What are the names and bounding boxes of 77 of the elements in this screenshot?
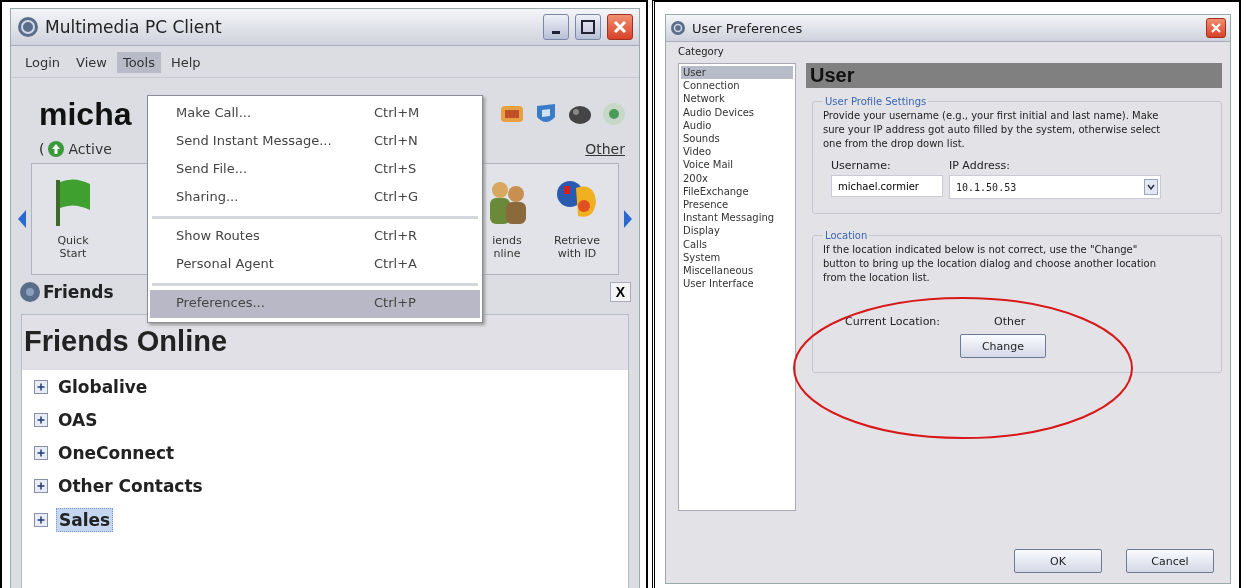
- menu-item[interactable]: Tools: [116, 52, 161, 73]
- group-item[interactable]: OneConnect: [56, 442, 177, 464]
- section-header: User: [806, 63, 1222, 88]
- window-title: Multimedia PC Client: [45, 17, 222, 37]
- ip-address-dropdown[interactable]: 10.1.50.53: [949, 175, 1161, 199]
- menu-item[interactable]: View: [70, 52, 113, 73]
- instructions-text: If the location indicated below is not correct, use the "Change" button to bring up the location dialog and choose another location from the location list.: [823, 243, 1158, 285]
- instructions-text: Provide your username (e.g., your first initial and last name). Make sure your IP address got auto filled by the system, otherwise select one from the drop down list.: [823, 109, 1162, 151]
- scroll-left-icon[interactable]: [17, 209, 27, 229]
- close-button[interactable]: X: [609, 282, 631, 302]
- change-button[interactable]: Change: [960, 334, 1046, 358]
- group-legend: Location: [823, 230, 870, 241]
- maximize-button[interactable]: [575, 14, 601, 40]
- field-label: Current Location:: [845, 315, 941, 328]
- field-label: IP Address:: [949, 159, 1011, 172]
- minimize-icon: [552, 30, 560, 34]
- menu-item[interactable]: Help: [164, 52, 207, 73]
- expand-icon[interactable]: [34, 413, 48, 427]
- minimize-button[interactable]: [543, 14, 569, 40]
- expand-icon[interactable]: [34, 479, 48, 493]
- field-label: Username:: [831, 159, 892, 172]
- status-bracket: (: [39, 141, 45, 157]
- toolbar-label: Quick Start: [57, 234, 89, 261]
- category-item[interactable]: FileExchange: [681, 184, 793, 199]
- panel-title: Friends: [43, 282, 114, 302]
- category-item[interactable]: Presence: [681, 198, 793, 212]
- close-icon: [1211, 23, 1221, 33]
- category-item[interactable]: Calls: [681, 237, 793, 251]
- category-item[interactable]: User: [681, 66, 793, 80]
- category-item[interactable]: Miscellaneous: [681, 264, 793, 278]
- dialog-title: User Preferences: [692, 20, 803, 36]
- menu-item[interactable]: Make Call... Ctrl+M: [150, 100, 480, 128]
- category-label: Category: [678, 46, 725, 57]
- dialog-button[interactable]: Cancel: [1126, 549, 1214, 573]
- menu-item[interactable]: Preferences... Ctrl+P: [150, 290, 480, 318]
- group-legend: User Profile Settings: [823, 96, 929, 107]
- expand-icon[interactable]: [34, 513, 48, 527]
- toolbar-button[interactable]: Retrieve with ID: [542, 164, 612, 274]
- category-item[interactable]: Connection: [681, 79, 793, 93]
- other-link[interactable]: Other: [585, 141, 625, 157]
- menu-item[interactable]: Send Instant Message... Ctrl+N: [150, 128, 480, 156]
- user-name: micha: [39, 95, 132, 133]
- maximize-icon: [581, 20, 595, 34]
- category-item[interactable]: 200x: [681, 171, 793, 185]
- category-item[interactable]: Network: [681, 92, 793, 106]
- toolbar-button[interactable]: Quick Start: [38, 164, 108, 274]
- group-item[interactable]: Sales: [56, 508, 114, 532]
- status-up-icon: [47, 140, 66, 158]
- group-item[interactable]: Other Contacts: [56, 475, 205, 497]
- close-icon: [613, 20, 627, 34]
- app-icon: [670, 20, 686, 36]
- category-item[interactable]: Display: [681, 224, 793, 238]
- menu-item[interactable]: Login: [19, 52, 67, 73]
- dialog-button[interactable]: OK: [1014, 549, 1102, 573]
- status-label: Active: [68, 141, 112, 157]
- category-item[interactable]: Audio Devices: [681, 105, 793, 119]
- category-item[interactable]: Instant Messaging: [681, 211, 793, 225]
- app-icon: [17, 16, 39, 38]
- username-field[interactable]: michael.cormier: [831, 175, 943, 197]
- toolbar-label: Retrieve with ID: [554, 234, 600, 261]
- expand-icon[interactable]: [34, 380, 48, 394]
- scroll-right-icon[interactable]: [623, 209, 633, 229]
- category-item[interactable]: System: [681, 250, 793, 265]
- close-button[interactable]: [607, 14, 633, 40]
- group-item[interactable]: Globalive: [56, 376, 150, 398]
- category-item[interactable]: Sounds: [681, 132, 793, 146]
- toolbar-label: iends nline: [492, 234, 522, 261]
- friends-icon: [19, 281, 41, 303]
- category-item[interactable]: Video: [681, 145, 793, 159]
- category-item[interactable]: Voice Mail: [681, 158, 793, 172]
- category-item[interactable]: User Interface: [681, 277, 793, 291]
- expand-icon[interactable]: [34, 446, 48, 460]
- friends-heading: Friends Online: [22, 315, 628, 370]
- group-item[interactable]: OAS: [56, 409, 100, 431]
- close-button[interactable]: [1206, 18, 1226, 38]
- category-item[interactable]: Audio: [681, 118, 793, 132]
- current-location-value: Other: [994, 315, 1026, 328]
